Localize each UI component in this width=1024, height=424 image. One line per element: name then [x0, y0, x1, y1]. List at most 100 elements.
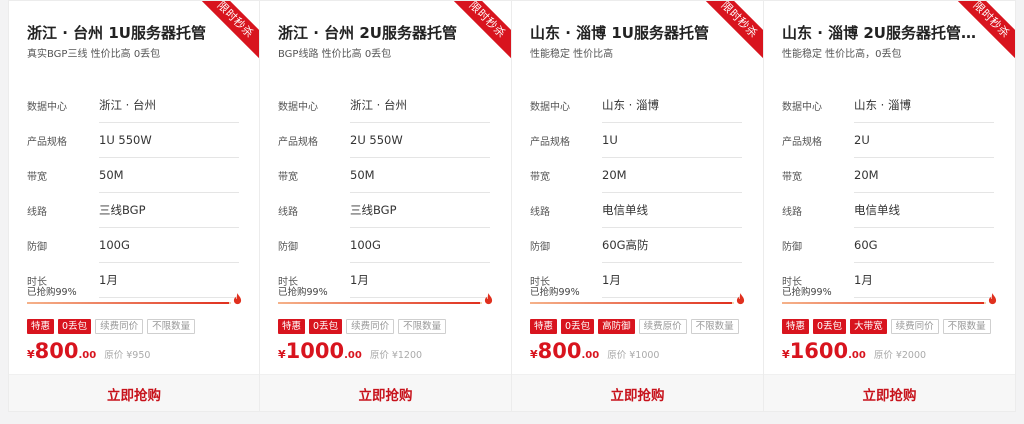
- product-card: 限时秒杀 山东 · 淄博 1U服务器托管 性能稳定 性价比高 数据中心 山东 · …: [512, 0, 764, 412]
- price: ¥ 800 .00 原价 ¥1000: [530, 339, 659, 363]
- sold-progress-bar: [27, 302, 231, 304]
- spec-value: 50M: [99, 158, 239, 193]
- product-card: 限时秒杀 浙江 · 台州 2U服务器托管 BGP线路 性价比高 0丢包 数据中心…: [260, 0, 512, 412]
- spec-row: 数据中心 山东 · 淄博: [782, 88, 994, 123]
- spec-row: 防御 60G: [782, 228, 994, 263]
- product-grid: 限时秒杀 浙江 · 台州 1U服务器托管 真实BGP三线 性价比高 0丢包 数据…: [8, 0, 1016, 412]
- spec-label: 防御: [782, 242, 802, 253]
- spec-value: 1月: [350, 263, 490, 298]
- sold-progress-text: 已抢购99%: [278, 287, 328, 298]
- spec-label: 产品规格: [782, 137, 822, 148]
- product-title[interactable]: 浙江 · 台州 1U服务器托管: [27, 22, 235, 43]
- spec-label: 带宽: [27, 172, 47, 183]
- price-integer: 1600: [789, 339, 849, 363]
- spec-label: 数据中心: [530, 102, 570, 113]
- spec-row: 产品规格 1U 550W: [27, 123, 239, 158]
- spec-row: 线路 电信单线: [782, 193, 994, 228]
- price-integer: 800: [537, 339, 582, 363]
- spec-value: 1U 550W: [99, 123, 239, 158]
- price-integer: 1000: [285, 339, 345, 363]
- sold-progress-text: 已抢购99%: [27, 287, 77, 298]
- spec-label: 线路: [530, 207, 550, 218]
- product-title[interactable]: 浙江 · 台州 2U服务器托管: [278, 22, 486, 43]
- tag-badge: 高防御: [598, 319, 635, 334]
- spec-value: 山东 · 淄博: [854, 88, 994, 123]
- spec-label: 防御: [530, 242, 550, 253]
- spec-row: 产品规格 1U: [530, 123, 742, 158]
- spec-value: 电信单线: [602, 193, 742, 228]
- tag-badge: 续费同价: [890, 319, 939, 334]
- spec-label: 产品规格: [530, 137, 570, 148]
- tag-badge: 大带宽: [850, 319, 887, 334]
- tag-badge: 特惠: [530, 319, 558, 334]
- spec-label: 带宽: [530, 172, 550, 183]
- tag-badge: 特惠: [27, 319, 55, 334]
- product-title[interactable]: 山东 · 淄博 1U服务器托管: [530, 22, 738, 43]
- price-decimal: .00: [848, 350, 866, 361]
- price-currency: ¥: [27, 348, 35, 361]
- spec-value: 20M: [602, 158, 742, 193]
- spec-row: 带宽 50M: [27, 158, 239, 193]
- product-title[interactable]: 山东 · 淄博 2U服务器托管服务: [782, 22, 990, 43]
- spec-row: 防御 100G: [27, 228, 239, 263]
- spec-value: 60G高防: [602, 228, 742, 263]
- price: ¥ 800 .00 原价 ¥950: [27, 339, 150, 363]
- tag-badge: 不限数量: [690, 319, 739, 334]
- spec-value: 20M: [854, 158, 994, 193]
- buy-now-button[interactable]: 立即抢购: [260, 374, 511, 411]
- spec-value: 浙江 · 台州: [99, 88, 239, 123]
- spec-row: 线路 电信单线: [530, 193, 742, 228]
- price: ¥ 1600 .00 原价 ¥2000: [782, 339, 926, 363]
- price: ¥ 1000 .00 原价 ¥1200: [278, 339, 422, 363]
- buy-now-button[interactable]: 立即抢购: [512, 374, 763, 411]
- spec-label: 产品规格: [27, 137, 67, 148]
- sold-progress-bar: [782, 302, 986, 304]
- spec-label: 防御: [27, 242, 47, 253]
- tag-list: 特惠 0丢包 大带宽 续费同价 不限数量: [782, 319, 991, 334]
- sold-progress-fill: [27, 302, 229, 304]
- spec-list: 数据中心 山东 · 淄博 产品规格 1U 带宽 20M 线路 电信单线 防御 60G高防 …: [530, 88, 742, 298]
- spec-row: 线路 三线BGP: [27, 193, 239, 228]
- spec-label: 数据中心: [27, 102, 67, 113]
- fire-icon: [233, 293, 242, 305]
- spec-label: 线路: [27, 207, 47, 218]
- product-card: 限时秒杀 浙江 · 台州 1U服务器托管 真实BGP三线 性价比高 0丢包 数据…: [8, 0, 260, 412]
- buy-now-button[interactable]: 立即抢购: [9, 374, 259, 411]
- price-currency: ¥: [530, 348, 538, 361]
- spec-value: 2U 550W: [350, 123, 490, 158]
- product-subtitle: 真实BGP三线 性价比高 0丢包: [27, 49, 161, 60]
- spec-value: 1月: [99, 263, 239, 298]
- sold-progress-fill: [530, 302, 732, 304]
- spec-value: 100G: [350, 228, 490, 263]
- spec-value: 100G: [99, 228, 239, 263]
- price-decimal: .00: [78, 350, 97, 361]
- spec-label: 数据中心: [278, 102, 318, 113]
- sold-progress-bar: [278, 302, 482, 304]
- tag-badge: 不限数量: [147, 319, 196, 334]
- price-decimal: .00: [581, 350, 600, 361]
- spec-label: 线路: [278, 207, 298, 218]
- buy-now-button[interactable]: 立即抢购: [764, 374, 1015, 411]
- tag-list: 特惠 0丢包 续费同价 不限数量: [278, 319, 447, 334]
- fire-icon: [484, 293, 493, 305]
- spec-label: 带宽: [782, 172, 802, 183]
- spec-row: 带宽 20M: [782, 158, 994, 193]
- product-subtitle: 性能稳定 性价比高，0丢包: [782, 49, 902, 60]
- spec-value: 1U: [602, 123, 742, 158]
- original-price: 原价 ¥950: [104, 350, 151, 361]
- spec-label: 线路: [782, 207, 802, 218]
- tag-list: 特惠 0丢包 高防御 续费原价 不限数量: [530, 319, 739, 334]
- original-price: 原价 ¥1200: [369, 350, 423, 361]
- tag-badge: 续费同价: [346, 319, 395, 334]
- spec-label: 产品规格: [278, 137, 318, 148]
- spec-value: 三线BGP: [350, 193, 490, 228]
- tag-badge: 特惠: [278, 319, 306, 334]
- tag-badge: 特惠: [782, 319, 810, 334]
- spec-row: 带宽 20M: [530, 158, 742, 193]
- product-card: 限时秒杀 山东 · 淄博 2U服务器托管服务 性能稳定 性价比高，0丢包 数据中…: [764, 0, 1016, 412]
- spec-row: 线路 三线BGP: [278, 193, 490, 228]
- tag-badge: 0丢包: [309, 319, 343, 334]
- spec-list: 数据中心 浙江 · 台州 产品规格 2U 550W 带宽 50M 线路 三线BGP 防御…: [278, 88, 490, 298]
- spec-row: 防御 60G高防: [530, 228, 742, 263]
- price-currency: ¥: [278, 348, 286, 361]
